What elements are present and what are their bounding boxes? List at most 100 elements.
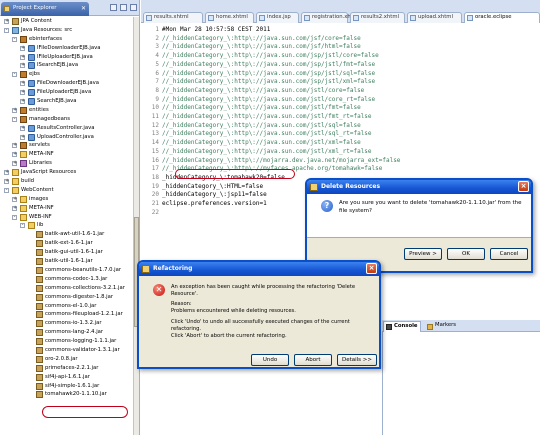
expand-icon[interactable]: + [20, 45, 25, 51]
tree-item[interactable]: - ebinterfaces [0, 35, 134, 44]
tree-item[interactable]: batik-gui-util-1.6-1.jar [0, 248, 134, 257]
tree-item[interactable]: + IFileDownloaderEJB.java [0, 44, 134, 53]
dialog-titlebar[interactable]: Refactoring × [139, 262, 379, 276]
abort-button[interactable]: Abort [294, 354, 332, 366]
tree-item[interactable]: + build [0, 177, 134, 186]
tab-markers[interactable]: Markers [425, 322, 459, 332]
collapse-icon[interactable]: - [20, 223, 25, 229]
close-icon[interactable]: × [366, 263, 377, 274]
ok-button[interactable]: OK [447, 248, 485, 260]
tree-item[interactable]: - Java Resources: src [0, 26, 134, 35]
undo-button[interactable]: Undo [251, 354, 289, 366]
project-explorer-tab[interactable]: Project Explorer ✕ [1, 2, 89, 16]
tree-item[interactable]: + ISearchEJB.java [0, 61, 134, 70]
expand-icon[interactable]: + [20, 54, 25, 60]
expand-icon[interactable]: + [12, 161, 17, 167]
tree-item[interactable]: commons-fileupload-1.2.1.jar [0, 310, 134, 319]
editor-tab[interactable]: results.xhtml [143, 12, 203, 23]
details-button[interactable]: Details >> [337, 354, 377, 366]
tree-item[interactable]: + IFileUploaderEJB.java [0, 53, 134, 62]
tree-item[interactable]: commons-digester-1.8.jar [0, 293, 134, 302]
tree-item[interactable]: + META-INF [0, 204, 134, 213]
code-line: //_hiddenCategory_\:http\://java.sun.com… [162, 52, 379, 60]
expand-icon[interactable]: + [20, 81, 25, 87]
tree-item[interactable]: - WebContent [0, 186, 134, 195]
tree-item[interactable]: + JavaScript Resources [0, 168, 134, 177]
collapse-icon[interactable]: - [12, 116, 17, 122]
expand-icon[interactable]: + [20, 134, 25, 140]
tree-item-label: primefaces-2.2.1.jar [45, 364, 99, 371]
tab-console[interactable]: Console [383, 321, 421, 332]
expand-icon[interactable]: + [12, 143, 17, 149]
expand-icon[interactable]: + [12, 152, 17, 158]
tree-item[interactable]: + UploadController.java [0, 133, 134, 142]
expand-icon[interactable]: + [20, 90, 25, 96]
tree-item[interactable]: commons-lang-2.4.jar [0, 328, 134, 337]
tree-item[interactable]: commons-validator-1.3.1.jar [0, 346, 134, 355]
tree-item[interactable]: oro-2.0.8.jar [0, 355, 134, 364]
expand-icon[interactable]: + [4, 19, 9, 24]
tree-item[interactable]: commons-beanutils-1.7.0.jar [0, 266, 134, 275]
tree-item[interactable]: primefaces-2.2.1.jar [0, 364, 134, 373]
tree-item[interactable]: sif4j-simple-1.6.1.jar [0, 382, 134, 391]
expand-icon[interactable]: + [12, 205, 17, 211]
collapse-icon[interactable]: - [12, 72, 17, 78]
collapse-icon[interactable]: - [12, 36, 17, 42]
tree-item[interactable]: + images [0, 195, 134, 204]
tree-item[interactable]: sif4j-api-1.6.1.jar [0, 373, 134, 382]
tree-item[interactable]: + servlets [0, 141, 134, 150]
tree-item[interactable]: - ejbs [0, 70, 134, 79]
tree-item[interactable]: batik-awt-util-1.6-1.jar [0, 230, 134, 239]
close-icon[interactable]: ✕ [81, 5, 86, 12]
tree-item[interactable]: + SearchEJB.java [0, 97, 134, 106]
tree-item[interactable]: commons-io-1.3.2.jar [0, 319, 134, 328]
tree-item-label: Java Resources: src [21, 26, 73, 33]
tree-item[interactable]: batik-util-1.6-1.jar [0, 257, 134, 266]
tree-item[interactable]: batik-ext-1.6-1.jar [0, 239, 134, 248]
delete-resources-dialog: Delete Resources × ? Are you sure you wa… [305, 178, 533, 273]
code-line: //_hiddenCategory_\:http\://java.sun.com… [162, 60, 376, 68]
expand-icon[interactable]: + [20, 99, 25, 105]
collapse-all-icon[interactable] [110, 4, 117, 11]
collapse-icon[interactable]: - [12, 214, 17, 220]
editor-tab[interactable]: index.jsp [256, 12, 299, 23]
link-with-editor-icon[interactable] [120, 4, 127, 11]
expand-icon[interactable]: + [20, 63, 25, 69]
close-icon[interactable]: × [518, 181, 529, 192]
explorer-scrollbar[interactable] [133, 17, 139, 435]
tree-item[interactable]: - lib [0, 221, 134, 230]
tree-item[interactable]: - managedbeans [0, 115, 134, 124]
tree-item-label: build [21, 178, 35, 185]
editor-tab[interactable]: oracle.eclipse [464, 12, 540, 23]
tree-item[interactable]: + Libraries [0, 159, 134, 168]
expand-icon[interactable]: + [12, 196, 17, 202]
expand-icon[interactable]: + [4, 179, 9, 185]
tree-item[interactable]: commons-logging-1.1.1.jar [0, 337, 134, 346]
tree-item[interactable]: + ResultsController.java [0, 124, 134, 133]
expand-icon[interactable]: + [20, 125, 25, 131]
editor-tab[interactable]: home.xhtml [205, 12, 254, 23]
tree-item[interactable]: commons-codec-1.3.jar [0, 275, 134, 284]
tree-item[interactable]: + META-INF [0, 150, 134, 159]
tree-item[interactable]: - WEB-INF [0, 213, 134, 222]
collapse-icon[interactable]: - [4, 27, 9, 33]
preview-button[interactable]: Preview > [404, 248, 442, 260]
cancel-button[interactable]: Cancel [490, 248, 528, 260]
tree-item[interactable]: + FileDownloaderEJB.java [0, 79, 134, 88]
editor-tab[interactable]: registration.xhtml [301, 12, 359, 23]
tree-item[interactable]: tomahawk20-1.1.10.jar [0, 390, 134, 399]
expand-icon[interactable]: + [12, 107, 17, 113]
dialog-titlebar[interactable]: Delete Resources × [307, 180, 531, 194]
expand-icon[interactable]: + [4, 170, 9, 176]
tree-item[interactable]: + FileUploaderEJB.java [0, 88, 134, 97]
code-line: //_hiddenCategory_\:http\://java.sun.com… [162, 78, 376, 86]
view-menu-icon[interactable] [130, 4, 137, 11]
editor-tab[interactable]: results2.xhtml [350, 12, 405, 23]
collapse-icon[interactable]: - [4, 187, 9, 193]
tree-item[interactable]: + JPA Content [0, 17, 134, 26]
tree-item[interactable]: commons-el-1.0.jar [0, 302, 134, 311]
editor-tab[interactable]: upload.xhtml [407, 12, 462, 23]
tree-item[interactable]: + entities [0, 106, 134, 115]
line-number: 21 [151, 200, 159, 207]
tree-item[interactable]: commons-collections-3.2.1.jar [0, 284, 134, 293]
